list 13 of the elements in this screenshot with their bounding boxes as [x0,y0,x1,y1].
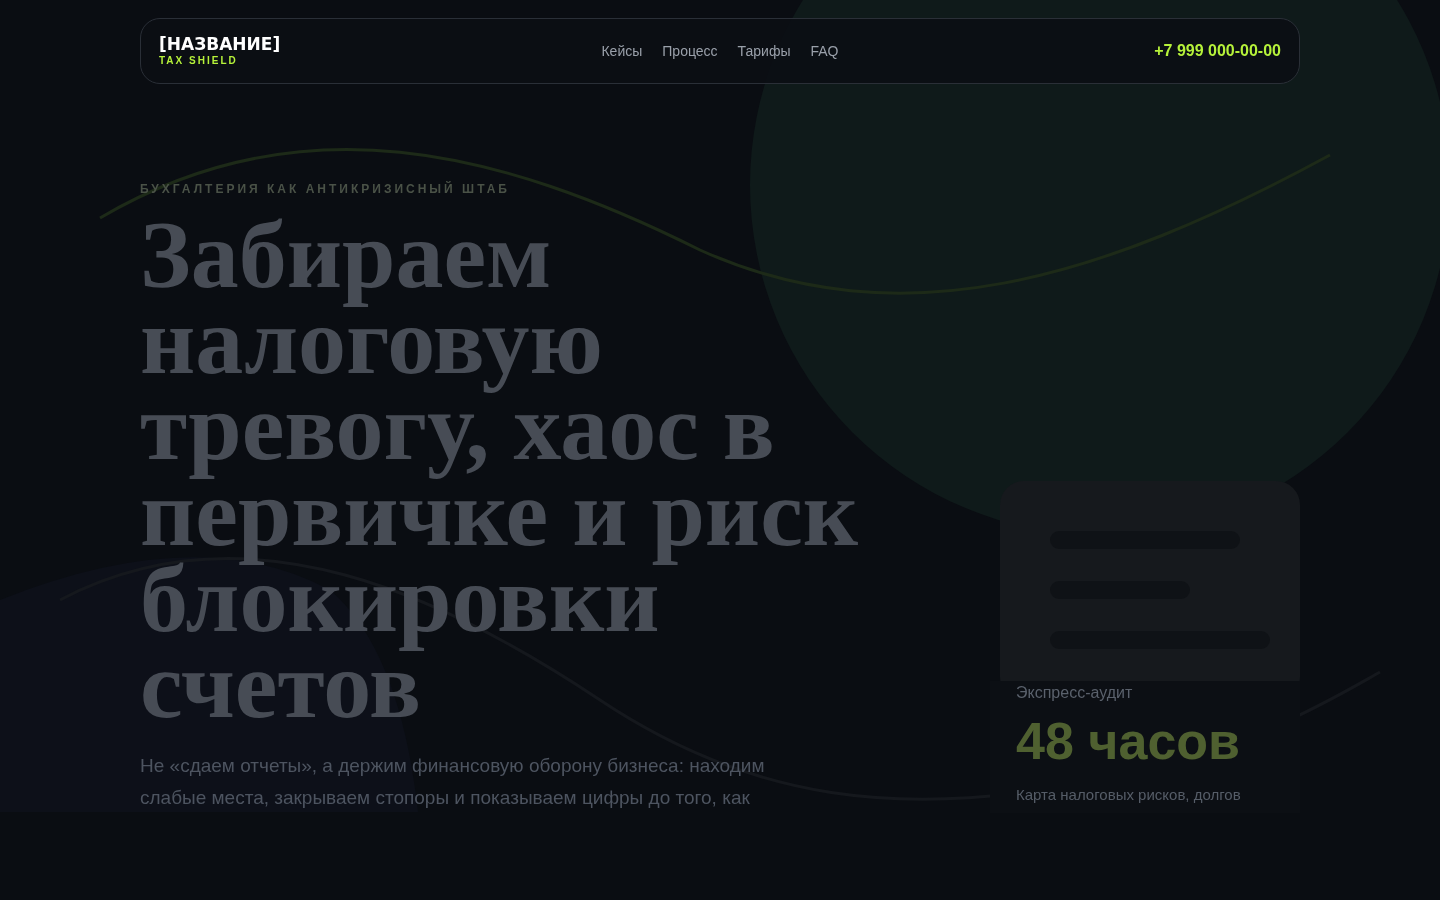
logo-tagline: TAX SHIELD [159,54,239,68]
nav-link[interactable]: Процесс [662,40,718,62]
nav-link[interactable]: Тарифы [737,40,791,62]
nav-link[interactable]: Кейсы [601,40,643,62]
logo-text[interactable]: [НАЗВАНИЕ] [159,34,399,54]
stat-label: Экспресс-аудит [1016,683,1134,703]
stat-note: Карта налоговых рисков, долгов [1016,785,1242,805]
stat-value: 48 часов [1016,711,1242,771]
eyebrow-text: БУХГАЛТЕРИЯ КАК АНТИКРИЗИСНЫЙ ШТАБ [140,180,511,198]
phone-link[interactable]: +7 999 000-00-00 [1154,39,1281,63]
hero-heading: Забираем налоговую тревогу, хаос в первичке и риск блокировки счетов [140,212,860,728]
nav-link[interactable]: FAQ [810,40,839,62]
lead-paragraph: Не «сдаем отчеты», а держим финансовую оборону бизнеса: находим слабые места, закрываем стопоры и показываем цифры до того, как [140,754,766,810]
